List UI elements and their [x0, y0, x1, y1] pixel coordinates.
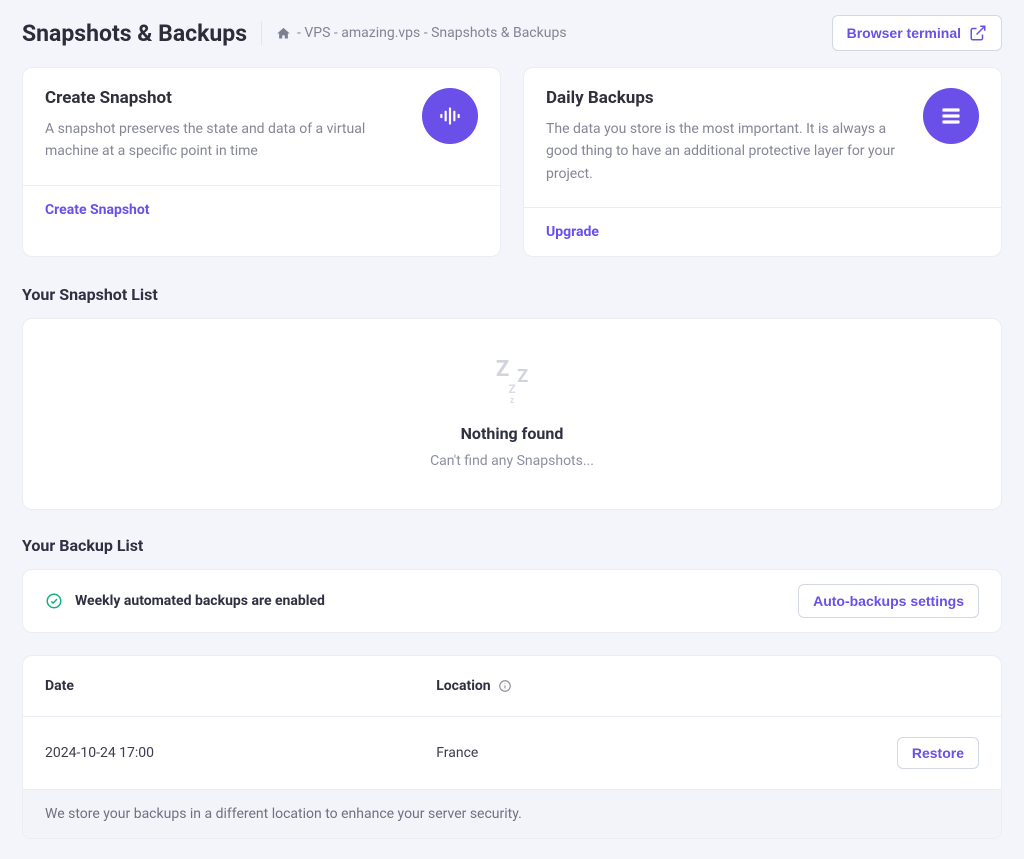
restore-button[interactable]: Restore [897, 737, 979, 769]
backup-settings-panel: Weekly automated backups are enabled Aut… [22, 569, 1002, 633]
card-title: Daily Backups [546, 88, 905, 108]
browser-terminal-button[interactable]: Browser terminal [832, 15, 1002, 51]
check-circle-icon [45, 592, 63, 610]
card-body: Create Snapshot A snapshot preserves the… [23, 68, 500, 185]
soundwave-icon [422, 88, 478, 144]
external-link-icon [969, 24, 987, 42]
action-cards: Create Snapshot A snapshot preserves the… [22, 67, 1002, 257]
col-actions [825, 656, 1001, 717]
empty-desc: Can't find any Snapshots... [43, 453, 981, 469]
snapshot-list-panel: ZZ Z z Nothing found Can't find any Snap… [22, 318, 1002, 510]
header-divider [261, 21, 262, 45]
header-left: Snapshots & Backups - VPS - amazing.vps … [22, 20, 567, 47]
upgrade-link[interactable]: Upgrade [524, 207, 1001, 256]
auto-backups-settings-button[interactable]: Auto-backups settings [798, 584, 979, 618]
table-row: 2024-10-24 17:00 France Restore [23, 717, 1001, 790]
card-text: Create Snapshot A snapshot preserves the… [45, 88, 404, 163]
col-location-label: Location [436, 678, 490, 694]
card-desc: A snapshot preserves the state and data … [45, 118, 404, 163]
auto-backups-settings-label: Auto-backups settings [813, 593, 964, 609]
backup-list-heading: Your Backup List [22, 536, 1002, 555]
page-header: Snapshots & Backups - VPS - amazing.vps … [22, 15, 1002, 51]
info-icon[interactable] [498, 679, 512, 693]
snapshot-empty-state: ZZ Z z Nothing found Can't find any Snap… [23, 319, 1001, 509]
cell-location: France [414, 717, 825, 790]
card-desc: The data you store is the most important… [546, 118, 905, 185]
table-header-row: Date Location [23, 656, 1001, 717]
backup-settings-row: Weekly automated backups are enabled Aut… [23, 570, 1001, 632]
server-list-icon [923, 88, 979, 144]
create-snapshot-link[interactable]: Create Snapshot [23, 185, 500, 234]
sleep-icon: ZZ Z z [488, 359, 536, 406]
empty-title: Nothing found [43, 424, 981, 443]
page-title: Snapshots & Backups [22, 20, 247, 47]
backup-table: Date Location 2024-10-24 17:00 France Re… [23, 656, 1001, 790]
cell-actions: Restore [825, 717, 1001, 790]
snapshot-list-heading: Your Snapshot List [22, 285, 1002, 304]
breadcrumb[interactable]: - VPS - amazing.vps - Snapshots & Backup… [276, 25, 567, 41]
backup-status: Weekly automated backups are enabled [45, 592, 325, 610]
create-snapshot-card: Create Snapshot A snapshot preserves the… [22, 67, 501, 257]
home-icon [276, 26, 291, 41]
col-location: Location [414, 656, 825, 717]
backup-footnote: We store your backups in a different loc… [23, 790, 1001, 838]
restore-label: Restore [912, 745, 964, 761]
backup-status-label: Weekly automated backups are enabled [75, 593, 325, 609]
card-title: Create Snapshot [45, 88, 404, 108]
daily-backups-card: Daily Backups The data you store is the … [523, 67, 1002, 257]
card-body: Daily Backups The data you store is the … [524, 68, 1001, 207]
browser-terminal-label: Browser terminal [847, 25, 961, 41]
cell-date: 2024-10-24 17:00 [23, 717, 414, 790]
card-text: Daily Backups The data you store is the … [546, 88, 905, 185]
col-date: Date [23, 656, 414, 717]
backup-table-panel: Date Location 2024-10-24 17:00 France Re… [22, 655, 1002, 839]
breadcrumb-text: - VPS - amazing.vps - Snapshots & Backup… [297, 25, 567, 41]
